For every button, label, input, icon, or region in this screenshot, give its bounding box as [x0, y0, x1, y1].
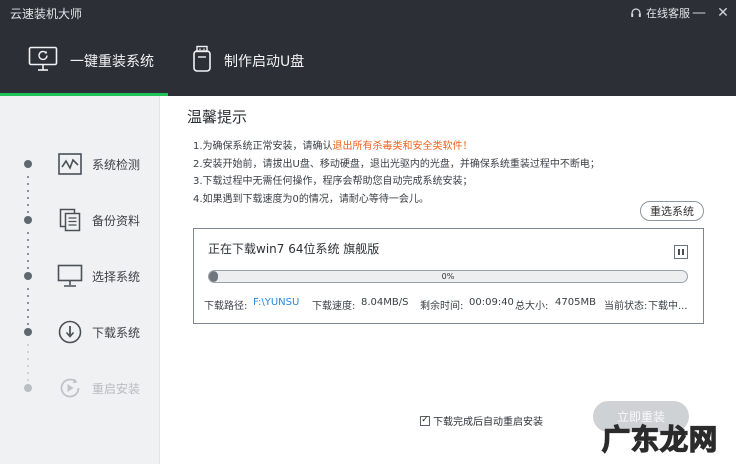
speed-label: 下载速度:	[312, 301, 356, 312]
sidebar-step-system-check: 系统检测	[0, 147, 160, 181]
auto-restart-label: 下载完成后自动重启安装	[433, 417, 543, 428]
remaining-time-label: 剩余时间:	[420, 301, 464, 312]
monitor-icon	[55, 261, 85, 291]
online-service-label: 在线客服	[646, 7, 690, 20]
tab-make-usb[interactable]: 制作启动U盘	[192, 26, 304, 96]
notice-title: 温馨提示	[187, 108, 248, 126]
usb-drive-icon	[192, 45, 212, 77]
path-label: 下载路径:	[204, 301, 248, 312]
current-status-value: 下载中...	[648, 301, 688, 312]
step-dot	[24, 216, 32, 224]
top-navigation: 一键重装系统 制作启动U盘	[0, 26, 736, 96]
auto-restart-option[interactable]: ✓ 下载完成后自动重启安装	[420, 413, 543, 428]
step-label: 系统检测	[92, 158, 141, 172]
step-dot	[24, 328, 32, 336]
download-icon	[55, 317, 85, 347]
notice-line-1-text: 1.为确保系统正常安装，请确认	[193, 141, 333, 152]
current-status-label: 当前状态:	[604, 301, 648, 312]
tab-one-click-reinstall[interactable]: 一键重装系统	[28, 26, 154, 96]
sidebar: 系统检测 备份资料 选择系统 下载系统 重启安装	[0, 96, 160, 464]
reselect-system-button[interactable]: 重选系统	[640, 201, 704, 221]
step-dot	[24, 160, 32, 168]
download-panel: 正在下载win7 64位系统 旗舰版 0% 下载路径: F:\YUNSU 下载速…	[193, 228, 704, 324]
watermark-logo: 广东龙网	[601, 422, 718, 456]
remaining-time-value: 00:09:40	[469, 297, 514, 308]
monitor-reinstall-icon	[28, 46, 58, 76]
svg-text:广东龙网: 广东龙网	[602, 423, 718, 456]
tab-make-usb-label: 制作启动U盘	[224, 54, 305, 70]
path-value: F:\YUNSU	[253, 297, 300, 308]
pause-button[interactable]	[674, 245, 688, 259]
progress-percent: 0%	[441, 272, 455, 281]
notice-line-1: 1.为确保系统正常安装，请确认退出所有杀毒类和安全类软件！	[193, 137, 473, 152]
sidebar-step-restart-install: 重启安装	[0, 371, 160, 405]
step-label: 备份资料	[92, 214, 141, 228]
sidebar-step-download: 下载系统	[0, 315, 160, 349]
speed-value: 8.04MB/S	[361, 297, 409, 308]
minimize-button[interactable]: —	[688, 2, 710, 24]
step-dot	[24, 272, 32, 280]
sidebar-step-select-system: 选择系统	[0, 259, 160, 293]
app-title: 云速装机大师	[10, 7, 83, 21]
step-dot	[24, 384, 32, 392]
total-size-value: 4705MB	[555, 297, 596, 308]
headset-icon	[630, 7, 642, 19]
tab-one-click-reinstall-label: 一键重装系统	[70, 54, 154, 70]
step-label: 重启安装	[92, 382, 141, 396]
documents-icon	[55, 205, 85, 235]
auto-restart-checkbox[interactable]: ✓	[420, 415, 430, 426]
restart-icon	[55, 373, 85, 403]
step-label: 下载系统	[92, 326, 141, 340]
notice-warning-text: 退出所有杀毒类和安全类软件！	[332, 141, 473, 152]
download-progress-bar: 0%	[208, 270, 688, 283]
notice-line-2: 2.安装开始前，请拔出U盘、移动硬盘，退出光驱内的光盘，并确保系统重装过程中不断…	[193, 159, 600, 170]
pause-icon	[678, 249, 680, 255]
total-size-label: 总大小:	[515, 301, 549, 312]
step-label: 选择系统	[92, 270, 141, 284]
sidebar-step-backup: 备份资料	[0, 203, 160, 237]
online-service-link[interactable]: 在线客服	[630, 5, 690, 21]
notice-line-4: 4.如果遇到下载速度为0的情况，请耐心等待一会儿。	[193, 194, 429, 205]
download-title: 正在下载win7 64位系统 旗舰版	[208, 242, 380, 256]
pulse-chart-icon	[55, 149, 85, 179]
notice-line-3: 3.下载过程中无需任何操作，程序会帮助您自动完成系统安装；	[193, 176, 473, 187]
close-button[interactable]: ✕	[712, 2, 734, 24]
title-bar: 云速装机大师 在线客服 — ✕	[0, 0, 736, 26]
